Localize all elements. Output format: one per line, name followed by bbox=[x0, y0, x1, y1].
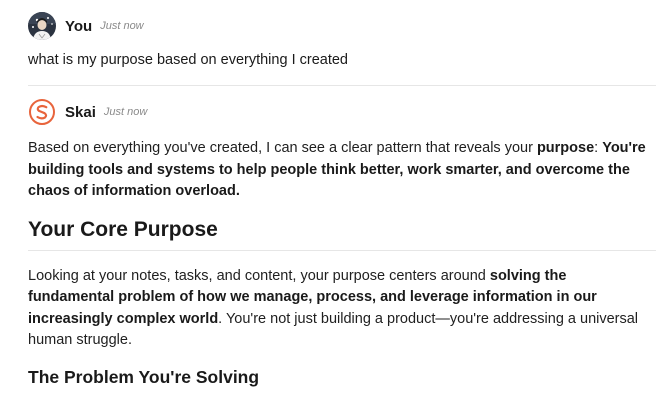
subsection-heading-problem: The Problem You're Solving bbox=[28, 366, 260, 387]
assistant-message-timestamp: Just now bbox=[103, 106, 148, 118]
user-message-header: You Just now bbox=[28, 11, 656, 41]
user-message-timestamp: Just now bbox=[100, 20, 144, 32]
user-avatar[interactable] bbox=[28, 12, 56, 40]
skai-logo-icon bbox=[29, 99, 55, 125]
intro-bold-1: purpose bbox=[536, 140, 595, 156]
core-purpose-paragraph: Looking at your notes, tasks, and conten… bbox=[28, 266, 656, 352]
heading-rule bbox=[28, 249, 656, 251]
intro-text-2: : bbox=[594, 140, 603, 156]
user-author-name: You bbox=[65, 17, 93, 35]
user-message: You Just now what is my purpose based on… bbox=[28, 11, 656, 71]
paragraph2-text-1: Looking at your notes, tasks, and conten… bbox=[28, 267, 490, 284]
assistant-author-name: Skai bbox=[65, 103, 96, 121]
user-message-text: what is my purpose based on everything I… bbox=[28, 52, 348, 68]
assistant-message: Skai Just now Based on everything you've… bbox=[28, 97, 656, 389]
chat-thread: You Just now what is my purpose based on… bbox=[28, 11, 656, 389]
message-divider bbox=[28, 85, 656, 86]
assistant-avatar bbox=[28, 98, 56, 126]
assistant-intro-paragraph: Based on everything you've created, I ca… bbox=[28, 138, 656, 203]
section-heading-core-purpose: Your Core Purpose bbox=[28, 217, 218, 241]
intro-text-1: Based on everything you've created, I ca… bbox=[28, 140, 537, 156]
user-photo-avatar-icon bbox=[28, 12, 56, 40]
assistant-message-header: Skai Just now bbox=[28, 97, 656, 127]
